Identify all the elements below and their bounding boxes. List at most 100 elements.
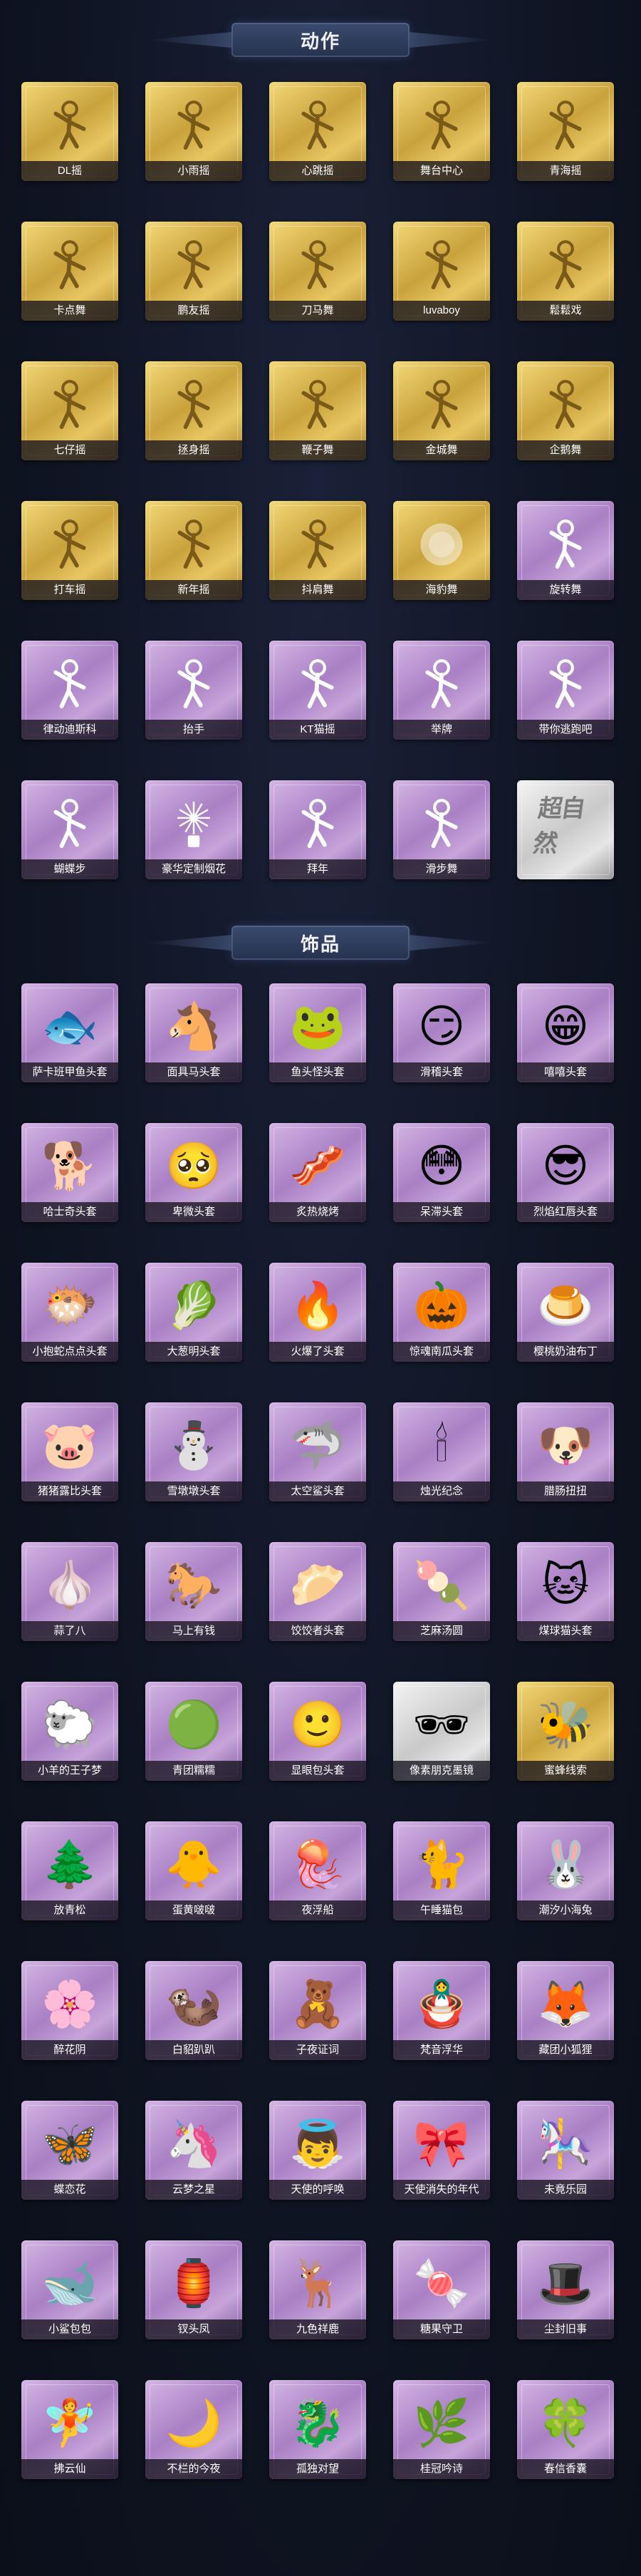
item-label: 蒜了八: [21, 1621, 118, 1641]
actions-item-card[interactable]: 带你逃跑吧: [517, 641, 614, 740]
pose-figure-icon: [288, 236, 347, 294]
accessories-item-card[interactable]: 🐸 鱼头怪头套: [269, 983, 366, 1082]
actions-item-card[interactable]: 舞台中心: [393, 82, 490, 181]
accessories-item-card[interactable]: 🥬 大葱明头套: [145, 1263, 242, 1362]
actions-item-card[interactable]: 鹏友摇: [145, 222, 242, 321]
actions-item-card[interactable]: 拜年: [269, 780, 366, 879]
actions-item-card[interactable]: 新年摇: [145, 501, 242, 600]
accessories-item-card[interactable]: 🍡 芝麻汤圆: [393, 1542, 490, 1641]
accessories-item-card[interactable]: 🐕 哈士奇头套: [21, 1123, 118, 1222]
actions-item-card[interactable]: 刀马舞: [269, 222, 366, 321]
accessories-item-card[interactable]: 🐑 小羊的王子梦: [21, 1682, 118, 1781]
blur-icon: [412, 515, 471, 574]
accessories-item-card[interactable]: 🌲 放青松: [21, 1821, 118, 1920]
accessories-item-card[interactable]: 🐶 腊肠扭扭: [517, 1402, 614, 1501]
accessories-item-card[interactable]: 😳 呆滞头套: [393, 1123, 490, 1222]
actions-item-card[interactable]: luvaboy: [393, 222, 490, 321]
actions-item-card[interactable]: KT猫摇: [269, 641, 366, 740]
firework-icon: [165, 795, 223, 853]
accessories-item-card[interactable]: 🐡 小抱蛇点点头套: [21, 1263, 118, 1362]
accessories-item-card[interactable]: 😁 嘻嘻头套: [517, 983, 614, 1082]
item-label: 金城舞: [393, 440, 490, 460]
actions-item-card[interactable]: 小雨摇: [145, 82, 242, 181]
accessories-item-card[interactable]: 🏮 钗头凤: [145, 2240, 242, 2339]
actions-item-card[interactable]: 律动迪斯科: [21, 641, 118, 740]
accessories-item-card[interactable]: 🧄 蒜了八: [21, 1542, 118, 1641]
accessories-item-card[interactable]: 🎃 惊魂南瓜头套: [393, 1263, 490, 1362]
accessories-item-card[interactable]: 🥓 炙热烧烤: [269, 1123, 366, 1222]
actions-item-card[interactable]: DL摇: [21, 82, 118, 181]
actions-item-card[interactable]: 七仔摇: [21, 361, 118, 460]
accessories-item-card[interactable]: 🎀 天使消失的年代: [393, 2101, 490, 2200]
actions-item-card[interactable]: 举牌: [393, 641, 490, 740]
accessories-item-card[interactable]: 🐝 蜜蜂线索: [517, 1682, 614, 1781]
pose-figure-icon: [412, 376, 471, 434]
item-label: DL摇: [21, 161, 118, 181]
actions-item-card[interactable]: 鞭子舞: [269, 361, 366, 460]
dumpling-icon: 🥟: [289, 1559, 346, 1613]
actions-item-card[interactable]: 青海摇: [517, 82, 614, 181]
actions-item-card[interactable]: 鬆鬆戏: [517, 222, 614, 321]
accessories-item-card[interactable]: 🌿 桂冠吟诗: [393, 2380, 490, 2479]
accessories-item-card[interactable]: 🟢 青团糯糯: [145, 1682, 242, 1781]
pose-figure-icon: [41, 96, 99, 155]
accessories-item-card[interactable]: 🦈 太空鲨头套: [269, 1402, 366, 1501]
accessories-item-card[interactable]: 🙂 显眼包头套: [269, 1682, 366, 1781]
section-title: 动作: [300, 30, 340, 52]
accessories-item-card[interactable]: 🦊 藏团小狐狸: [517, 1961, 614, 2060]
accessories-item-card[interactable]: 🥟 饺饺者头套: [269, 1542, 366, 1641]
accessories-item-card[interactable]: 🌙 不栏的今夜: [145, 2380, 242, 2479]
accessories-item-card[interactable]: ⛄ 雪墩墩头套: [145, 1402, 242, 1501]
actions-item-card[interactable]: 拯身摇: [145, 361, 242, 460]
accessories-item-card[interactable]: 🕶 像素朋克墨镜: [393, 1682, 490, 1781]
accessories-item-card[interactable]: 🧸 子夜证词: [269, 1961, 366, 2060]
actions-item-card[interactable]: 卡点舞: [21, 222, 118, 321]
actions-item-card[interactable]: 企鹅舞: [517, 361, 614, 460]
actions-item-card[interactable]: 抖肩舞: [269, 501, 366, 600]
accessories-item-card[interactable]: 🐈 午睡猫包: [393, 1821, 490, 1920]
actions-item-card[interactable]: 抬手: [145, 641, 242, 740]
accessories-item-card[interactable]: 🦋 蝶恋花: [21, 2101, 118, 2200]
accessories-item-card[interactable]: 🪆 梵音浮华: [393, 1961, 490, 2060]
accessories-item-card[interactable]: 🐋 小鲨包包: [21, 2240, 118, 2339]
accessories-item-card[interactable]: 🔥 火爆了头套: [269, 1263, 366, 1362]
accessories-item-card[interactable]: 🍬 糖果守卫: [393, 2240, 490, 2339]
accessories-item-card[interactable]: 🥺 卑微头套: [145, 1123, 242, 1222]
actions-item-card[interactable]: 海豹舞: [393, 501, 490, 600]
item-label: 打车摇: [21, 580, 118, 600]
accessories-item-card[interactable]: 🐟 萨卡班甲鱼头套: [21, 983, 118, 1082]
accessories-item-card[interactable]: 😏 滑稽头套: [393, 983, 490, 1082]
accessories-item-card[interactable]: 🐰 潮汐小海兔: [517, 1821, 614, 1920]
actions-item-card[interactable]: 蝴蝶步: [21, 780, 118, 879]
actions-item-card[interactable]: 超自然: [517, 780, 614, 879]
item-label: 糖果守卫: [393, 2319, 490, 2339]
accessories-item-card[interactable]: 🐱 煤球猫头套: [517, 1542, 614, 1641]
accessories-item-card[interactable]: 🐎 马上有钱: [145, 1542, 242, 1641]
accessories-item-card[interactable]: 🐉 孤独对望: [269, 2380, 366, 2479]
accessories-item-card[interactable]: 🦄 云梦之星: [145, 2101, 242, 2200]
accessories-item-card[interactable]: 🦌 九色祥鹿: [269, 2240, 366, 2339]
actions-item-card[interactable]: 打车摇: [21, 501, 118, 600]
actions-item-card[interactable]: 心跳摇: [269, 82, 366, 181]
accessories-item-card[interactable]: 🕯 烛光纪念: [393, 1402, 490, 1501]
accessories-item-card[interactable]: 🪼 夜浮船: [269, 1821, 366, 1920]
accessories-item-card[interactable]: 🧚 拂云仙: [21, 2380, 118, 2479]
actions-item-card[interactable]: 滑步舞: [393, 780, 490, 879]
accessories-item-card[interactable]: 👼 天使的呼唤: [269, 2101, 366, 2200]
accessories-item-card[interactable]: 🍮 樱桃奶油布丁: [517, 1263, 614, 1362]
accessories-item-card[interactable]: 😎 烈焰红唇头套: [517, 1123, 614, 1222]
accessories-item-card[interactable]: 🦦 白貂趴趴: [145, 1961, 242, 2060]
actions-item-card[interactable]: 豪华定制烟花: [145, 780, 242, 879]
accessories-item-card[interactable]: 🐴 面具马头套: [145, 983, 242, 1082]
accessories-item-card[interactable]: 🎠 未竟乐园: [517, 2101, 614, 2200]
actions-item-card[interactable]: 金城舞: [393, 361, 490, 460]
accessories-item-card[interactable]: 🌸 醉花阴: [21, 1961, 118, 2060]
doll-icon: 🐉: [289, 2397, 346, 2451]
sad-face-icon: 🥺: [165, 1140, 222, 1194]
actions-item-card[interactable]: 旋转舞: [517, 501, 614, 600]
accessories-item-card[interactable]: 🎩 尘封旧事: [517, 2240, 614, 2339]
accessories-item-card[interactable]: 🐥 蛋黄啵啵: [145, 1821, 242, 1920]
accessories-item-card[interactable]: 🍀 春信香囊: [517, 2380, 614, 2479]
accessories-item-card[interactable]: 🐷 猪猪露比头套: [21, 1402, 118, 1501]
item-label: 放青松: [21, 1900, 118, 1920]
